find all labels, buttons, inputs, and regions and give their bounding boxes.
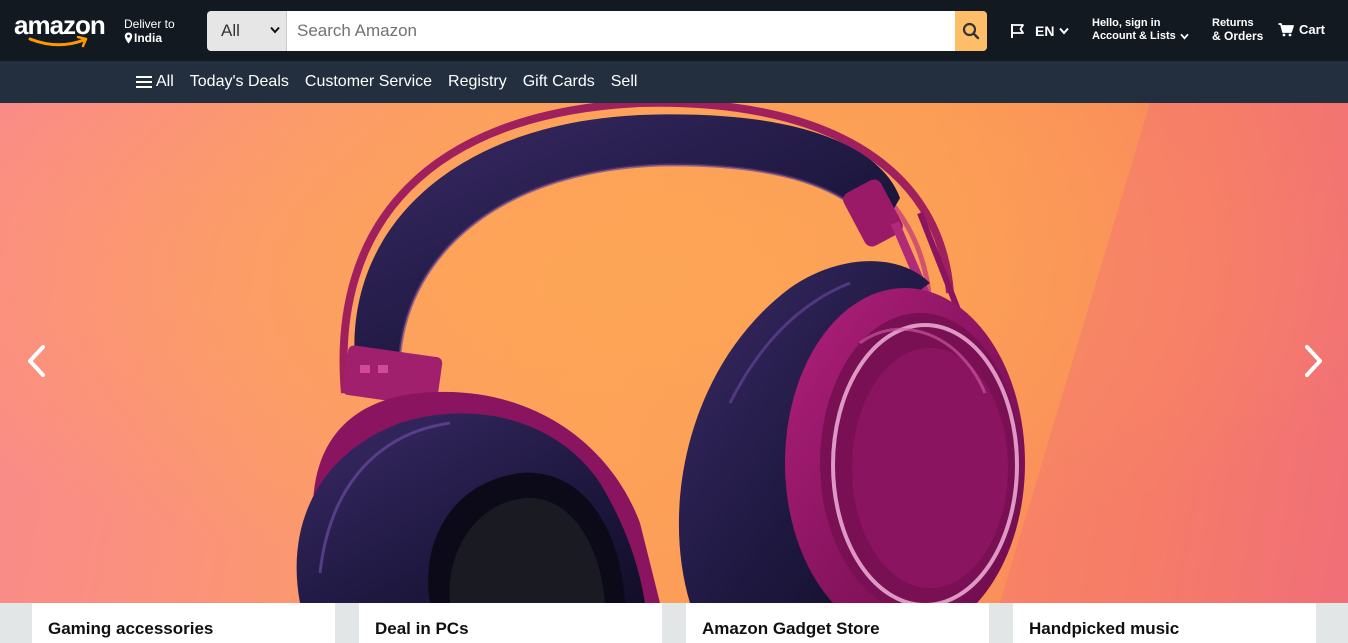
card-title: Handpicked music	[1029, 619, 1180, 638]
smile-icon	[28, 36, 88, 48]
chevron-down-icon	[1059, 27, 1070, 35]
deliver-to-label: Deliver to	[124, 17, 175, 31]
chevron-down-icon	[270, 26, 280, 34]
search-category-select[interactable]: All	[207, 11, 287, 51]
hamburger-menu-icon	[136, 76, 152, 88]
all-menu-button[interactable]: All	[136, 73, 174, 91]
search-category-value: All	[221, 21, 240, 40]
top-navbar: amazon Deliver to India All Search Amazo…	[0, 0, 1348, 61]
category-cards: Gaming accessories Deal in PCs Amazon Ga…	[0, 603, 1348, 643]
search-input[interactable]	[287, 11, 955, 51]
card-handpicked-music[interactable]: Handpicked music	[1013, 603, 1316, 643]
cart-icon	[1278, 22, 1294, 36]
hero-headphones-image	[0, 103, 1348, 603]
card-title: Deal in PCs	[375, 619, 469, 638]
logo-wordmark: amazon	[14, 10, 106, 40]
account-lists-label: Account & Lists	[1092, 30, 1176, 42]
hero-carousel	[0, 103, 1348, 603]
search-icon	[962, 22, 980, 40]
search-bar: All	[207, 11, 987, 51]
nav-customer-service[interactable]: Customer Service	[305, 73, 432, 91]
deliver-to[interactable]: Deliver to India	[124, 17, 175, 45]
card-title: Gaming accessories	[48, 619, 214, 638]
nav-sell[interactable]: Sell	[611, 73, 638, 91]
card-deal-in-pcs[interactable]: Deal in PCs	[359, 603, 662, 643]
sub-navbar: All Today's Deals Customer Service Regis…	[0, 61, 1348, 103]
language-label: EN	[1035, 23, 1055, 39]
chevron-right-icon	[1305, 345, 1322, 377]
card-amazon-gadget-store[interactable]: Amazon Gadget Store	[686, 603, 989, 643]
search-button[interactable]	[955, 11, 987, 51]
language-selector[interactable]: EN	[1009, 22, 1070, 40]
nav-gift-cards[interactable]: Gift Cards	[523, 73, 595, 91]
account-lists[interactable]: Hello, sign in Account & Lists	[1092, 17, 1189, 43]
card-title: Amazon Gadget Store	[702, 619, 880, 638]
carousel-prev-button[interactable]	[22, 339, 50, 383]
carousel-next-button[interactable]	[1300, 339, 1328, 383]
deliver-country: India	[134, 31, 163, 45]
chevron-left-icon	[28, 345, 45, 377]
chevron-down-icon	[1180, 33, 1189, 40]
nav-registry[interactable]: Registry	[448, 73, 507, 91]
nav-todays-deals[interactable]: Today's Deals	[190, 73, 289, 91]
amazon-logo[interactable]: amazon	[14, 10, 106, 48]
cart-button[interactable]: Cart	[1278, 22, 1325, 37]
cart-label: Cart	[1299, 22, 1326, 37]
location-pin-icon	[124, 32, 133, 44]
flag-icon	[1011, 24, 1024, 38]
deliver-location: India	[124, 31, 175, 45]
returns-orders[interactable]: Returns & Orders	[1212, 17, 1263, 43]
account-greeting: Hello, sign in	[1092, 17, 1161, 29]
card-gaming-accessories[interactable]: Gaming accessories	[32, 603, 335, 643]
orders-label: & Orders	[1212, 29, 1264, 43]
all-menu-label: All	[156, 73, 174, 90]
account-label: Account & Lists	[1092, 30, 1189, 43]
